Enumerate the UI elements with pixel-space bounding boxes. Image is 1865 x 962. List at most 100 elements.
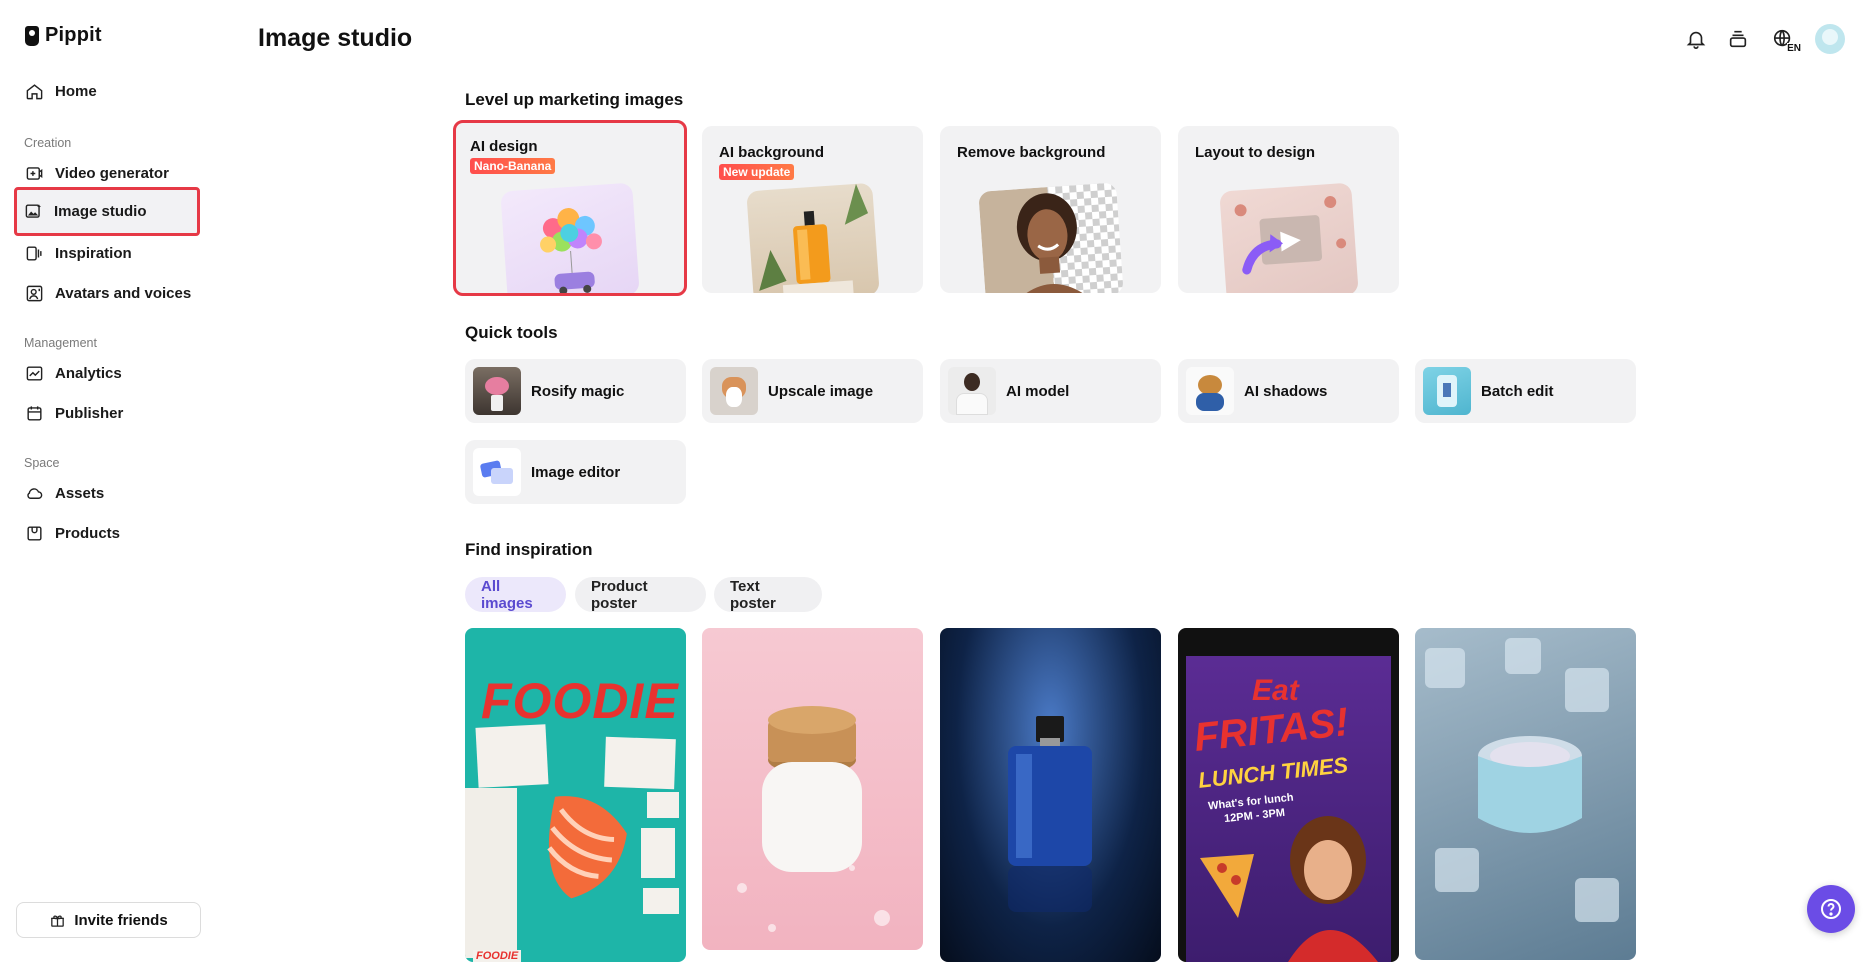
section-label-management: Management [24, 336, 97, 350]
language-badge: EN [1787, 43, 1801, 54]
sidebar-item-label: Assets [55, 484, 105, 502]
inspiration-fritas-poster[interactable]: Eat FRITAS! LUNCH TIMES What's for lunch… [1178, 628, 1399, 962]
cloud-icon [27, 487, 43, 499]
inspiration-blue-perfume-poster[interactable] [940, 628, 1161, 962]
section-label-space: Space [24, 456, 60, 470]
sidebar-item-label: Video generator [55, 164, 169, 182]
bell-icon [1686, 31, 1706, 49]
new-update-badge: New update [719, 164, 795, 180]
card-title: AI design [470, 138, 538, 155]
sidebar-item-label: Home [55, 82, 97, 100]
batch-edit-thumbnail [1423, 367, 1471, 415]
find-inspiration-title: Find inspiration [465, 540, 593, 559]
quick-tools-title: Quick tools [465, 323, 558, 342]
question-icon [1821, 899, 1841, 919]
image-editor-thumbnail [473, 448, 521, 496]
blue-perfume-illustration [1008, 716, 1092, 912]
logo[interactable]: Pippit [25, 24, 102, 47]
avatar[interactable] [1815, 24, 1845, 54]
calendar-icon [27, 405, 42, 421]
tool-label: Rosify magic [531, 382, 625, 400]
layers-button[interactable] [1725, 26, 1751, 52]
tool-label: Batch edit [1481, 382, 1554, 400]
sidebar-item-avatars-and-voices[interactable]: Avatars and voices [15, 270, 199, 316]
image-sparkle-icon [25, 204, 42, 218]
invite-label: Invite friends [74, 911, 168, 929]
ai-model-thumbnail [948, 367, 996, 415]
note-card [647, 792, 679, 818]
sidebar-item-label: Analytics [55, 364, 122, 382]
tool-label: Image editor [531, 463, 621, 481]
notifications-button[interactable] [1683, 26, 1709, 52]
header-actions: EN [1683, 24, 1845, 54]
note-card [475, 724, 549, 788]
sidebar-item-label: Inspiration [55, 244, 132, 262]
tool-label: Upscale image [768, 382, 874, 400]
sidebar-item-image-studio[interactable]: Image studio [14, 187, 200, 236]
card-title: AI background [719, 144, 825, 161]
note-card [604, 736, 676, 790]
ice-jar-illustration [1425, 638, 1619, 922]
sidebar-item-products[interactable]: Products [15, 510, 199, 556]
sidebar-item-publisher[interactable]: Publisher [15, 390, 199, 436]
inspiration-icon [26, 245, 42, 261]
layers-icon [1729, 30, 1747, 48]
video-plus-icon [26, 166, 43, 180]
sidebar: Pippit Home Creation Video generator Ima… [0, 0, 201, 962]
card-remove-background[interactable]: Remove background [940, 126, 1161, 293]
home-icon [26, 83, 43, 99]
card-ai-design[interactable]: AI design Nano-Banana [453, 120, 687, 296]
note-card [641, 828, 675, 878]
tool-batch-edit[interactable]: Batch edit [1415, 359, 1636, 423]
inspiration-pink-jar-poster[interactable] [702, 628, 923, 950]
woman-portrait-illustration [1015, 193, 1088, 293]
tool-upscale-image[interactable]: Upscale image [702, 359, 923, 423]
tool-ai-shadows[interactable]: AI shadows [1178, 359, 1399, 423]
section-label-creation: Creation [24, 136, 72, 150]
compact-mirror-illustration [1234, 196, 1346, 275]
filter-product-poster[interactable]: Product poster [575, 577, 706, 612]
card-title: Remove background [957, 144, 1106, 161]
perfume-image [745, 182, 880, 293]
tool-image-editor[interactable]: Image editor [465, 440, 686, 504]
gift-icon [51, 915, 65, 927]
card-title: Layout to design [1195, 144, 1315, 161]
inspiration-ice-jar-poster[interactable] [1415, 628, 1636, 960]
salmon-illustration [547, 796, 627, 899]
sidebar-item-label: Publisher [55, 404, 124, 422]
sidebar-item-label: Image studio [54, 203, 147, 220]
filter-text-poster[interactable]: Text poster [714, 577, 822, 612]
tool-rosify-magic[interactable]: Rosify magic [465, 359, 686, 423]
pippit-logo-icon [25, 25, 39, 46]
logo-text: Pippit [45, 24, 102, 46]
page-title: Image studio [258, 24, 413, 52]
analytics-icon [26, 365, 43, 381]
jar-illustration [737, 706, 890, 932]
help-button[interactable] [1807, 885, 1855, 933]
marketing-section-title: Level up marketing images [465, 90, 684, 109]
woman-pizza-illustration [1200, 816, 1378, 962]
card-ai-background[interactable]: AI background New update [702, 126, 923, 293]
portrait-image [977, 182, 1124, 293]
sidebar-item-label: Products [55, 524, 121, 542]
foodie-small-label: FOODIE [473, 950, 522, 962]
avatar-voice-icon [26, 285, 43, 301]
ai-shadows-thumbnail [1186, 367, 1234, 415]
perfume-illustration [758, 183, 868, 293]
nano-banana-badge: Nano-Banana [470, 158, 556, 174]
tool-ai-model[interactable]: AI model [940, 359, 1161, 423]
upscale-thumbnail [710, 367, 758, 415]
card-layout-to-design[interactable]: Layout to design [1178, 126, 1399, 293]
sidebar-item-label: Avatars and voices [55, 284, 192, 302]
layout-design-image [1218, 182, 1359, 293]
tool-label: AI model [1006, 382, 1070, 400]
language-button[interactable]: EN [1767, 26, 1801, 54]
balloons-illustration [540, 208, 602, 293]
note-card [643, 888, 679, 914]
foodie-title: FOODIE [481, 673, 679, 729]
filter-all-images[interactable]: All images [465, 577, 566, 612]
inspiration-foodie-poster[interactable]: FOODIE FOODIE [465, 628, 686, 962]
rosify-thumbnail [473, 367, 521, 415]
invite-friends-button[interactable]: Invite friends [16, 902, 201, 938]
sidebar-item-home[interactable]: Home [15, 68, 199, 114]
